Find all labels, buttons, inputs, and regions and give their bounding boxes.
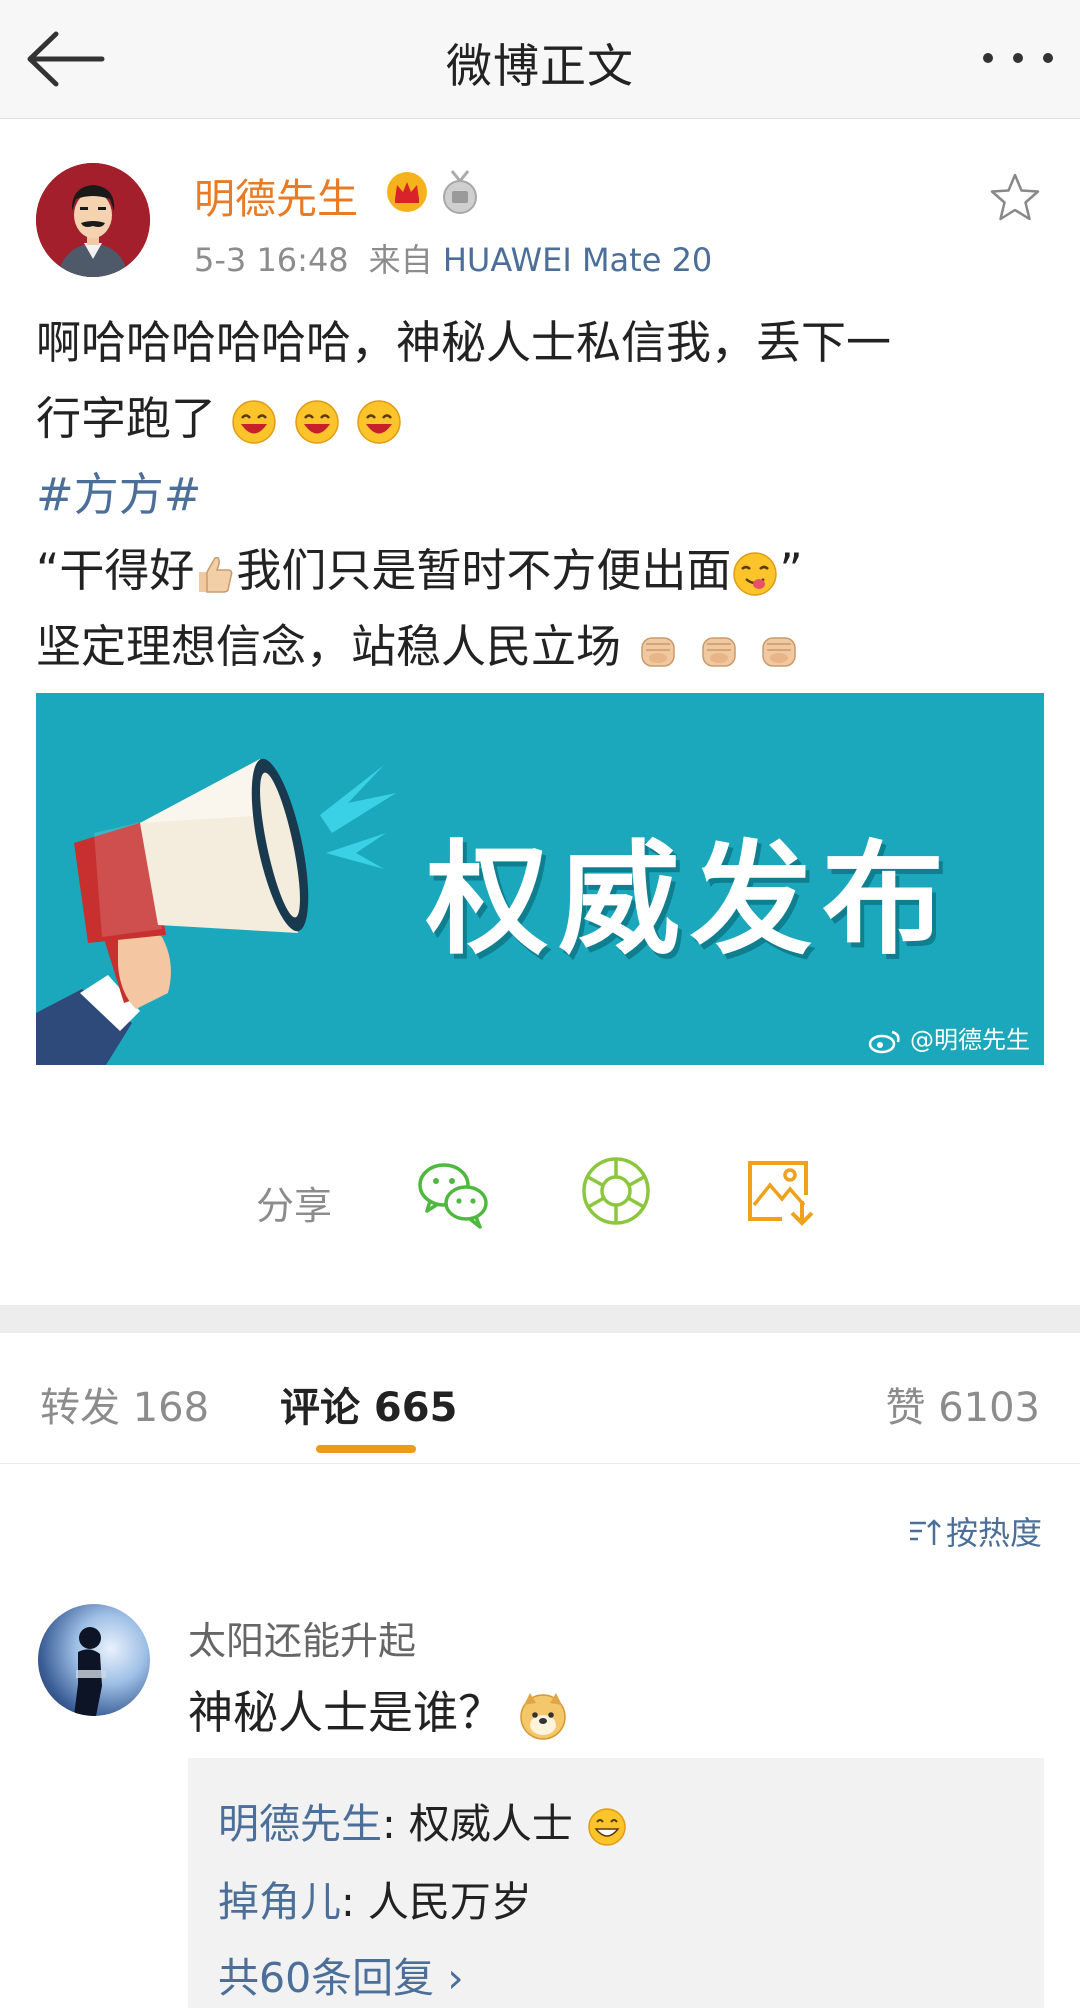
post-text-span: “干得好 <box>36 544 195 597</box>
reply-author[interactable]: 明德先生 <box>218 1800 382 1848</box>
post-image[interactable]: 权威发布 @明德先生 <box>36 693 1044 1065</box>
commenter-name[interactable]: 太阳还能升起 <box>188 1610 416 1665</box>
weibo-logo-icon <box>869 1030 900 1054</box>
reply-text: 人民万岁 <box>367 1878 532 1926</box>
avatar-silhouette <box>74 1627 106 1716</box>
laugh-emoji-icon <box>294 400 339 444</box>
medal-icon <box>443 170 477 214</box>
share-label: 分享 <box>256 1184 333 1228</box>
comment-text-span: 神秘人士是谁？ <box>188 1686 504 1739</box>
post-source[interactable]: HUAWEI Mate 20 <box>443 241 712 279</box>
view-all-replies-link[interactable]: 共60条回复 › <box>218 1944 464 2004</box>
moments-icon[interactable] <box>580 1155 652 1227</box>
fist-emoji-icon <box>762 637 796 667</box>
comment-text: 神秘人士是谁？ <box>188 1676 569 1741</box>
source-prefix: 来自 <box>368 241 433 279</box>
share-row: 分享 <box>0 1119 1080 1269</box>
post-time: 5-3 16:48 <box>194 241 349 279</box>
reply-preview[interactable]: 明德先生: 权威人士 掉角儿: 人民万岁 共60条回复 › <box>188 1758 1044 2008</box>
interaction-tabs: 转发 168 评论 665 赞 6103 <box>0 1333 1080 1464</box>
post-text-span: 行字跑了 <box>36 392 217 445</box>
reply-text: 权威人士 <box>408 1800 573 1848</box>
section-divider <box>0 1305 1080 1333</box>
hashtag-link[interactable]: #方方# <box>36 457 1046 533</box>
fist-emoji-icon <box>701 637 736 667</box>
watermark-text: @明德先生 <box>910 1026 1030 1054</box>
author-name[interactable]: 明德先生 <box>194 165 358 225</box>
more-dots-icon[interactable] <box>980 40 1056 76</box>
active-tab-indicator <box>316 1445 416 1453</box>
crown-icon <box>387 172 427 212</box>
reply-item: 掉角儿: 人民万岁 <box>218 1868 532 1928</box>
grin-emoji-icon <box>588 1808 626 1846</box>
post-text-span: 我们只是暂时不方便出面 <box>236 544 732 597</box>
author-avatar[interactable] <box>36 163 150 277</box>
favorite-star-icon[interactable] <box>988 171 1042 225</box>
tab-repost[interactable]: 转发 168 <box>40 1375 209 1433</box>
reply-colon: : <box>382 1800 409 1848</box>
post-meta: 5-3 16:48 来自 HUAWEI Mate 20 <box>194 235 712 281</box>
image-watermark: @明德先生 <box>868 1020 1030 1055</box>
banner-title: 权威发布 <box>426 829 954 971</box>
post-text-line: 行字跑了 <box>36 381 1046 457</box>
tab-likes[interactable]: 赞 6103 <box>885 1375 1040 1433</box>
fist-emoji-icon <box>641 637 676 667</box>
post-text-span: ” <box>779 544 803 597</box>
laugh-emoji-icon <box>232 400 277 444</box>
post-text-line: 啊哈哈哈哈哈哈，神秘人士私信我，丢下一 <box>36 316 892 369</box>
thumbs-up-emoji-icon <box>199 556 233 593</box>
avatar-illustration <box>36 163 150 277</box>
wechat-icon[interactable] <box>414 1155 492 1233</box>
reply-author[interactable]: 掉角儿 <box>218 1878 341 1926</box>
doge-emoji-icon <box>520 1693 567 1740</box>
post-text-line: “干得好 我们只是暂时不方便出面 ” <box>36 533 1046 609</box>
sort-label: 按热度 <box>945 1514 1042 1552</box>
laugh-emoji-icon <box>357 400 401 444</box>
reply-colon: : <box>341 1878 368 1926</box>
yum-emoji-icon <box>733 552 778 596</box>
sort-icon <box>909 1519 941 1545</box>
tab-comments[interactable]: 评论 665 <box>280 1375 457 1433</box>
sort-button[interactable]: 按热度 <box>908 1508 1042 1554</box>
post-text-span: 坚定理想信念，站稳人民立场 <box>36 620 622 673</box>
reply-item: 明德先生: 权威人士 <box>218 1790 628 1850</box>
post-text: 啊哈哈哈哈哈哈，神秘人士私信我，丢下一 行字跑了 #方方# “干得好 我们只是暂时… <box>36 305 1046 685</box>
commenter-avatar[interactable] <box>38 1604 150 1716</box>
save-image-icon[interactable] <box>744 1155 816 1227</box>
post-text-line: 坚定理想信念，站稳人民立场 <box>36 609 1046 685</box>
page-title: 微博正文 <box>446 39 634 93</box>
top-bar: 微博正文 <box>0 0 1080 119</box>
